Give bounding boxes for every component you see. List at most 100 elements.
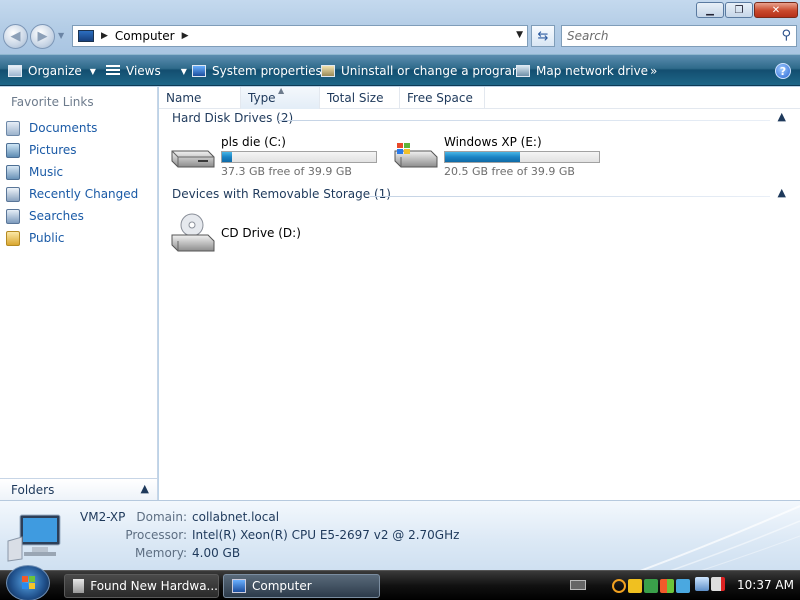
volume-muted-icon[interactable]	[711, 577, 725, 591]
address-bar[interactable]: ▶ Computer ▶ ▼	[72, 25, 528, 47]
drive-free-space: 37.3 GB free of 39.9 GB	[221, 165, 352, 178]
drive-free-space: 20.5 GB free of 39.9 GB	[444, 165, 575, 178]
drive-name: Windows XP (E:)	[444, 135, 542, 149]
system-tray	[612, 576, 690, 596]
folders-label: Folders	[11, 482, 55, 497]
group-divider	[370, 196, 770, 197]
group-header-removable-storage[interactable]: Devices with Removable Storage (1) ▲	[164, 186, 790, 205]
column-header-free-space[interactable]: Free Space	[400, 87, 485, 109]
back-button[interactable]: ◀	[3, 24, 28, 49]
collapse-chevron-icon[interactable]: ▲	[778, 186, 786, 199]
keyboard-icon[interactable]	[570, 580, 586, 590]
decorative-swoosh	[639, 505, 800, 571]
music-icon	[6, 164, 20, 180]
close-button[interactable]: ✕	[754, 2, 798, 18]
system-properties-button[interactable]: System properties	[192, 62, 322, 80]
views-button[interactable]: Views ▼	[106, 62, 187, 80]
tray-status-icons	[695, 577, 725, 591]
pictures-icon	[6, 142, 20, 158]
sidebar-item-searches[interactable]: Searches	[6, 206, 84, 226]
column-header-type[interactable]: ▲ Type	[241, 86, 320, 109]
drive-usage-bar	[221, 151, 377, 163]
drive-usage-fill	[222, 152, 232, 162]
memory-label: Memory:	[135, 546, 187, 560]
window-titlebar: ▁ ❐ ✕ ◀ ▶ ▼ ▶ Computer ▶ ▼ ⇆ ⚲	[0, 0, 800, 54]
chevron-up-icon: ▲	[140, 482, 149, 495]
security-check-icon[interactable]	[628, 579, 642, 593]
recently-changed-icon	[6, 186, 20, 202]
search-input[interactable]	[567, 26, 767, 46]
minimize-button[interactable]: ▁	[696, 2, 724, 18]
computer-icon	[78, 30, 94, 42]
more-commands-button[interactable]: »	[650, 62, 657, 80]
drive-usage-bar	[444, 151, 600, 163]
memory-value: 4.00 GB	[192, 546, 241, 560]
arrow-left-icon: ◀	[10, 29, 21, 44]
app-tray-icon-2[interactable]	[676, 579, 690, 593]
column-header-row: Name ▲ Type Total Size Free Space	[159, 86, 800, 109]
refresh-button[interactable]: ⇆	[531, 25, 555, 47]
file-list-view: Name ▲ Type Total Size Free Space Hard D…	[159, 86, 800, 500]
sidebar-item-documents[interactable]: Documents	[6, 118, 97, 138]
collapse-chevron-icon[interactable]: ▲	[778, 110, 786, 123]
group-divider	[278, 120, 770, 121]
uninstall-program-button[interactable]: Uninstall or change a program	[321, 62, 524, 80]
drive-name: CD Drive (D:)	[221, 226, 301, 240]
search-icon[interactable]: ⚲	[781, 28, 791, 43]
sidebar-item-public[interactable]: Public	[6, 228, 65, 248]
domain-value: collabnet.local	[192, 510, 280, 524]
column-header-total-size[interactable]: Total Size	[320, 87, 400, 109]
hardware-wizard-icon	[73, 579, 85, 593]
windows-drive-icon	[394, 143, 438, 168]
details-pane: VM2-XP Domain: collabnet.local Processor…	[0, 500, 800, 571]
sort-ascending-icon: ▲	[278, 86, 285, 95]
windows-logo-icon	[22, 576, 35, 589]
group-header-hard-disk-drives[interactable]: Hard Disk Drives (2) ▲	[164, 110, 790, 129]
map-network-drive-button[interactable]: Map network drive	[516, 62, 648, 80]
processor-label: Processor:	[125, 528, 187, 542]
arrow-right-icon: ▶	[37, 29, 48, 44]
windows-tray-icon[interactable]	[660, 579, 674, 593]
start-button[interactable]	[6, 565, 50, 600]
command-toolbar: Organize ▼ Views ▼ System properties Uni…	[0, 54, 800, 86]
taskbar-button-found-new-hardware[interactable]: Found New Hardwa...	[64, 574, 219, 598]
map-drive-icon	[516, 65, 530, 77]
column-header-name[interactable]: Name	[159, 87, 241, 109]
hard-drive-icon	[171, 150, 215, 168]
folders-toggle[interactable]: Folders ▲	[0, 478, 157, 500]
organize-icon	[8, 65, 22, 77]
domain-label: Domain:	[136, 510, 187, 524]
favorite-links-header: Favorite Links	[11, 95, 94, 109]
search-box[interactable]: ⚲	[561, 25, 797, 47]
chevron-down-icon: ▼	[180, 66, 187, 76]
breadcrumb-chevron-icon[interactable]: ▶	[101, 31, 108, 41]
recent-pages-dropdown[interactable]: ▼	[58, 31, 68, 41]
network-icon[interactable]	[695, 577, 709, 591]
drive-usage-fill	[445, 152, 520, 162]
app-tray-icon[interactable]	[644, 579, 658, 593]
chevron-down-icon: ▼	[89, 66, 96, 76]
refresh-icon: ⇆	[537, 28, 549, 44]
taskbar: Found New Hardwa... Computer 10:37 AM	[0, 565, 800, 600]
forward-button[interactable]: ▶	[30, 24, 55, 49]
help-button[interactable]: ?	[775, 63, 791, 79]
search-tray-icon[interactable]	[612, 579, 626, 593]
breadcrumb-chevron-icon[interactable]: ▶	[182, 31, 189, 41]
system-properties-icon	[192, 65, 206, 77]
sidebar-item-pictures[interactable]: Pictures	[6, 140, 77, 160]
sidebar-item-recently-changed[interactable]: Recently Changed	[6, 184, 138, 204]
computer-icon	[7, 514, 61, 562]
drive-name: pls die (C:)	[221, 135, 286, 149]
taskbar-button-computer[interactable]: Computer	[223, 574, 380, 598]
documents-icon	[6, 120, 20, 136]
processor-value: Intel(R) Xeon(R) CPU E5-2697 v2 @ 2.70GH…	[192, 528, 460, 542]
sidebar-item-music[interactable]: Music	[6, 162, 63, 182]
organize-button[interactable]: Organize ▼	[8, 62, 96, 80]
uninstall-icon	[321, 65, 335, 77]
taskbar-clock[interactable]: 10:37 AM	[737, 578, 794, 592]
window-controls: ▁ ❐ ✕	[696, 2, 798, 18]
views-icon	[106, 65, 120, 77]
maximize-button[interactable]: ❐	[725, 2, 753, 18]
breadcrumb-computer[interactable]: Computer	[115, 29, 175, 43]
address-dropdown-icon[interactable]: ▼	[516, 30, 523, 40]
